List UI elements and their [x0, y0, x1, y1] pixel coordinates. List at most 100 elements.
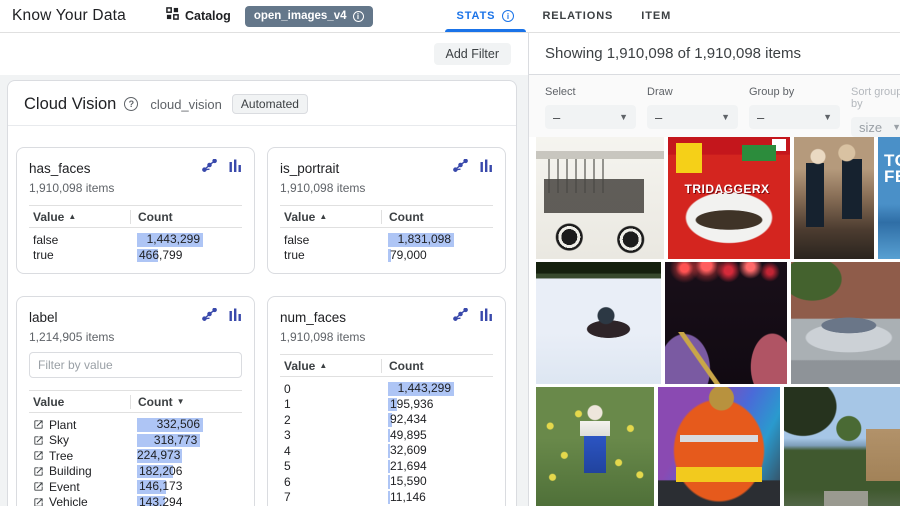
chevron-down-icon: ▼: [721, 112, 730, 122]
group-by-dropdown[interactable]: –▼: [749, 105, 840, 129]
catalog-button[interactable]: Catalog: [166, 7, 231, 25]
column-header-count[interactable]: Count: [381, 359, 493, 373]
grid-image-scarecrow[interactable]: [536, 387, 654, 506]
grid-image-blue-poster[interactable]: TO FEV: [878, 137, 900, 259]
sort-groups-label: Sort groups by: [851, 86, 900, 110]
value-cell: 6: [280, 475, 381, 489]
table-row[interactable]: false1,443,299: [29, 232, 242, 248]
scatter-plot-icon[interactable]: [453, 159, 468, 172]
card-item-count: 1,910,098 items: [29, 181, 242, 195]
table-row[interactable]: 521,694: [280, 459, 493, 475]
count-cell: 224,973: [130, 448, 242, 464]
card-title: label: [29, 308, 58, 325]
tab-bar: STATS RELATIONS ITEM: [443, 0, 686, 32]
grid-image-truck-engraving[interactable]: [536, 137, 664, 259]
count-cell: 1,443,299: [130, 232, 242, 248]
value-cell: 7: [280, 490, 381, 504]
bar-chart-icon[interactable]: [229, 308, 242, 321]
column-header-value[interactable]: Value▲: [280, 359, 381, 373]
table-row[interactable]: 1195,936: [280, 397, 493, 413]
card-title: has_faces: [29, 159, 91, 176]
count-cell: 92,434: [381, 412, 493, 428]
sort-groups-dropdown[interactable]: size▼: [851, 117, 900, 137]
value-cell: 0: [280, 382, 381, 396]
table-row[interactable]: 292,434: [280, 412, 493, 428]
grid-image-parked-car[interactable]: [791, 262, 900, 384]
table-row[interactable]: 711,146: [280, 490, 493, 506]
value-cell: Event: [29, 480, 130, 494]
table-row[interactable]: true466,799: [29, 248, 242, 264]
chevron-down-icon: ▼: [619, 112, 628, 122]
value-cell: 1: [280, 397, 381, 411]
cloud-vision-panel: Cloud Vision cloud_vision Automated has_…: [7, 80, 517, 506]
table-row[interactable]: Plant332,506: [29, 417, 242, 433]
table-row[interactable]: Building182,206: [29, 464, 242, 480]
items-pane: Showing 1,910,098 of 1,910,098 items Sel…: [529, 33, 900, 506]
grid-image-cyclists[interactable]: [794, 137, 874, 259]
table-row[interactable]: Event146,173: [29, 479, 242, 495]
grid-image-garden-courtyard[interactable]: [784, 387, 900, 506]
grid-image-snow-tubing[interactable]: [536, 262, 661, 384]
cloud-vision-header: Cloud Vision cloud_vision Automated: [8, 81, 516, 126]
column-header-count[interactable]: Count: [381, 210, 493, 224]
column-header-count[interactable]: Count: [130, 210, 242, 224]
bar-chart-icon: [229, 308, 242, 321]
tab-relations[interactable]: RELATIONS: [528, 0, 627, 32]
dataset-chip[interactable]: open_images_v4: [245, 6, 373, 27]
table-row[interactable]: 01,443,299: [280, 381, 493, 397]
value-cell: Vehicle: [29, 495, 130, 506]
table-header: Value Count▼: [29, 390, 242, 413]
section-subtitle: cloud_vision: [150, 97, 222, 112]
launch-icon: [33, 435, 44, 446]
select-dropdown[interactable]: –▼: [545, 105, 636, 129]
grid-image-concert[interactable]: [665, 262, 787, 384]
card-title: num_faces: [280, 308, 346, 325]
help-icon[interactable]: [124, 97, 138, 111]
count-cell: 466,799: [130, 248, 242, 264]
add-filter-button[interactable]: Add Filter: [434, 43, 512, 65]
count-cell: 332,506: [130, 417, 242, 433]
table-row[interactable]: true79,000: [280, 248, 493, 264]
column-header-value[interactable]: Value: [29, 395, 130, 409]
bar-chart-icon[interactable]: [480, 308, 493, 321]
info-icon[interactable]: [502, 10, 514, 22]
value-cell: Sky: [29, 433, 130, 447]
scatter-plot-icon[interactable]: [202, 308, 217, 321]
select-label: Select: [545, 86, 636, 98]
value-cell: false: [29, 233, 130, 247]
tab-stats[interactable]: STATS: [443, 0, 529, 32]
bar-chart-icon: [480, 159, 493, 172]
count-cell: 11,146: [381, 490, 493, 506]
view-controls: Select –▼ Draw –▼ Group by –▼ Sort group…: [529, 75, 900, 137]
table-row[interactable]: Tree224,973: [29, 448, 242, 464]
grid-image-toy-package[interactable]: TRIDAGGERX: [668, 137, 790, 259]
value-filter-input[interactable]: [29, 352, 242, 378]
count-cell: 79,000: [381, 248, 493, 264]
tab-item[interactable]: ITEM: [627, 0, 685, 32]
bar-chart-icon[interactable]: [480, 159, 493, 172]
table-row[interactable]: false1,831,098: [280, 232, 493, 248]
table-row[interactable]: Vehicle143,294: [29, 495, 242, 506]
grid-image-hi-vis-jacket[interactable]: [658, 387, 780, 506]
showing-bar: Showing 1,910,098 of 1,910,098 items: [529, 33, 900, 75]
bar-chart-icon[interactable]: [229, 159, 242, 172]
count-cell: 195,936: [381, 397, 493, 413]
column-header-count[interactable]: Count▼: [130, 395, 242, 409]
sort-descending-icon: ▼: [177, 397, 185, 406]
table-row[interactable]: 615,590: [280, 474, 493, 490]
image-grid-row: [536, 387, 900, 506]
table-row[interactable]: Sky318,773: [29, 433, 242, 449]
count-cell: 143,294: [130, 495, 242, 506]
value-cell: Tree: [29, 449, 130, 463]
scatter-plot-icon[interactable]: [202, 159, 217, 172]
draw-dropdown[interactable]: –▼: [647, 105, 738, 129]
count-cell: 182,206: [130, 464, 242, 480]
grid-icon: [166, 7, 179, 25]
scatter-plot-icon[interactable]: [453, 308, 468, 321]
table-row[interactable]: 432,609: [280, 443, 493, 459]
column-header-value[interactable]: Value▲: [280, 210, 381, 224]
column-header-value[interactable]: Value▲: [29, 210, 130, 224]
table-row[interactable]: 349,895: [280, 428, 493, 444]
bar-chart-icon: [480, 308, 493, 321]
launch-icon: [33, 450, 44, 461]
